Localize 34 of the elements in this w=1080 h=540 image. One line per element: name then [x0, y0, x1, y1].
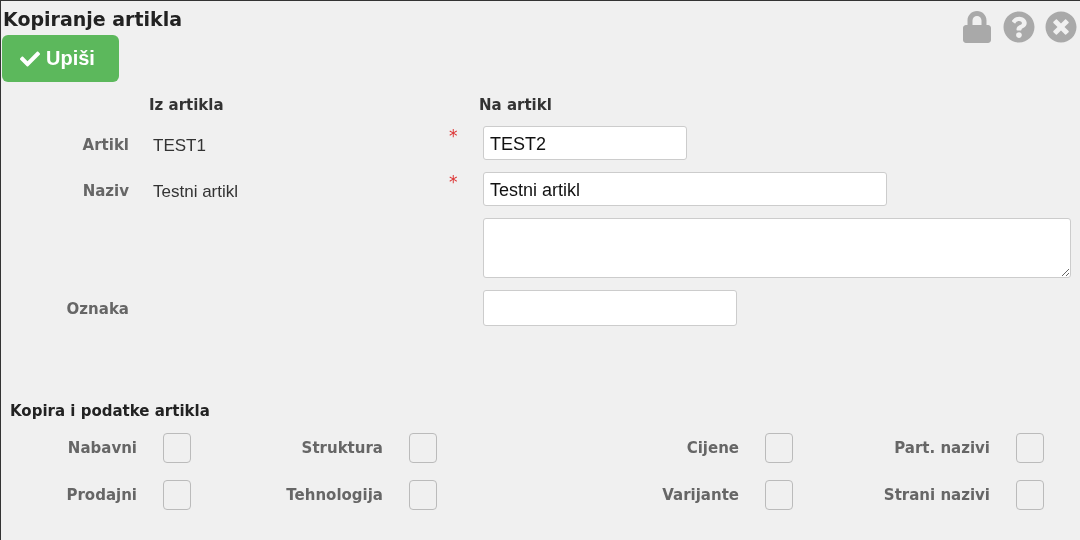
input-field[interactable]: Testni artikl [483, 172, 887, 206]
source-value: Testni artikl [152, 181, 240, 202]
checkbox[interactable] [765, 480, 793, 510]
option-label: Nabavni [66, 438, 137, 459]
field-label: Naziv [81, 181, 129, 200]
option-label: Prodajni [65, 485, 137, 506]
checkbox[interactable] [409, 480, 437, 510]
field-label: Artikl [81, 135, 129, 154]
lock-icon[interactable] [961, 11, 993, 43]
source-value: TEST1 [152, 135, 207, 156]
checkbox[interactable] [163, 480, 191, 510]
checkbox[interactable] [1016, 433, 1044, 463]
option-label: Tehnologija [285, 485, 383, 506]
option-label: Struktura [300, 438, 383, 459]
text-area[interactable] [483, 218, 1071, 278]
input-field[interactable] [483, 290, 737, 326]
checkbox[interactable] [765, 433, 793, 463]
option-label: Part. nazivi [893, 438, 990, 459]
field-label: Oznaka [65, 299, 129, 318]
input-field[interactable]: TEST2 [483, 126, 687, 160]
checkbox[interactable] [409, 433, 437, 463]
close-icon[interactable] [1045, 11, 1077, 43]
window-title: Kopiranje artikla [3, 7, 183, 31]
option-label: Strani nazivi [882, 485, 990, 506]
section-title: Kopira i podatke artikla [10, 402, 211, 420]
option-label: Cijene [685, 438, 739, 459]
option-label: Varijante [661, 485, 739, 506]
help-icon[interactable] [1003, 11, 1035, 43]
column-heading: Na artikl [479, 95, 553, 114]
required-marker: * [448, 172, 459, 192]
column-heading: Iz artikla [148, 95, 225, 114]
checkbox[interactable] [163, 433, 191, 463]
required-marker: * [448, 126, 459, 146]
checkbox[interactable] [1016, 480, 1044, 510]
